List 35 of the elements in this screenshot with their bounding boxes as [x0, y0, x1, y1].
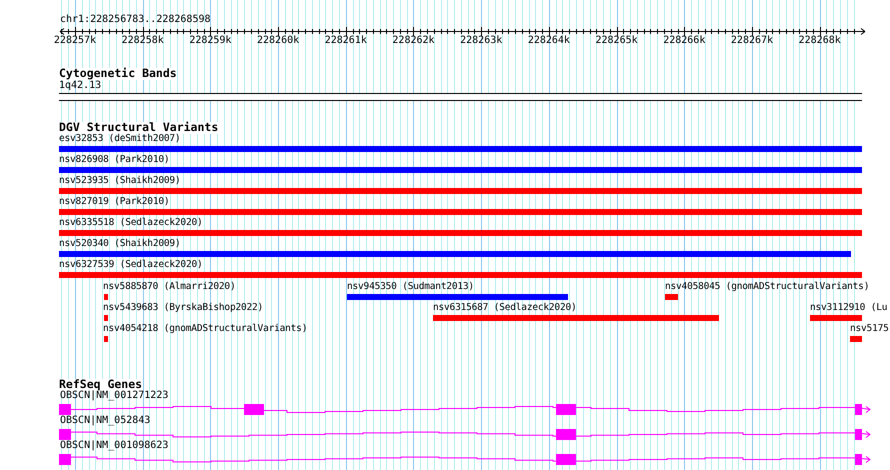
variant-label: nsv6327539 (Sedlazeck2020)	[59, 260, 203, 270]
transcript-label: OBSCN|NM_001098623	[60, 441, 168, 451]
band-label: 1q42.13	[59, 81, 102, 91]
region-label: chr1:228256783..228268598	[60, 15, 211, 25]
tick-label: 228257k	[54, 36, 96, 46]
variant-label: nsv4054218 (gnomADStructuralVariants)	[103, 324, 308, 334]
tick-label: 228265k	[596, 36, 638, 46]
transcript-label: OBSCN|NM_052843	[60, 416, 150, 426]
tick-label: 228266k	[663, 36, 706, 46]
variant-label: nsv5885870 (Almarri2020)	[103, 282, 236, 292]
variant-label: nsv3112910 (Lu	[810, 303, 888, 312]
variant-label: nsv827019 (Park2010)	[59, 197, 170, 206]
variant-label: nsv6335518 (Sedlazeck2020)	[59, 218, 203, 228]
tick-label: 228263k	[460, 36, 502, 46]
tick-label: 228268k	[798, 36, 841, 46]
variant-label: nsv4058045 (gnomADStructuralVariants)	[665, 282, 870, 292]
tick-label: 228261k	[324, 36, 367, 46]
variant-label: nsv520340 (Shaikh2009)	[59, 239, 180, 248]
variant-label: nsv5175	[850, 324, 889, 334]
track-title: Cytogenetic Bands	[59, 68, 177, 80]
variant-label: esv32853 (deSmith2007)	[59, 134, 180, 144]
variant-label: nsv5439683 (ByrskaBishop2022)	[103, 303, 264, 312]
tick-label: 228260k	[257, 36, 300, 46]
track-title: RefSeq Genes	[59, 379, 142, 390]
variant-label: nsv6315687 (Sedlazeck2020)	[433, 303, 577, 312]
tick-label: 228264k	[528, 36, 570, 46]
tick-label: 228259k	[189, 36, 232, 46]
variant-label: nsv523935 (Shaikh2009)	[59, 176, 180, 186]
variant-label: nsv945350 (Sudmant2013)	[347, 282, 474, 292]
tick-label: 228262k	[392, 36, 435, 46]
tick-label: 228267k	[730, 36, 774, 46]
variant-label: nsv826908 (Park2010)	[59, 155, 170, 164]
tick-label: 228258k	[122, 36, 164, 46]
track-title: DGV Structural Variants	[59, 122, 218, 134]
transcript-label: OBSCN|NM_001271223	[60, 391, 168, 401]
